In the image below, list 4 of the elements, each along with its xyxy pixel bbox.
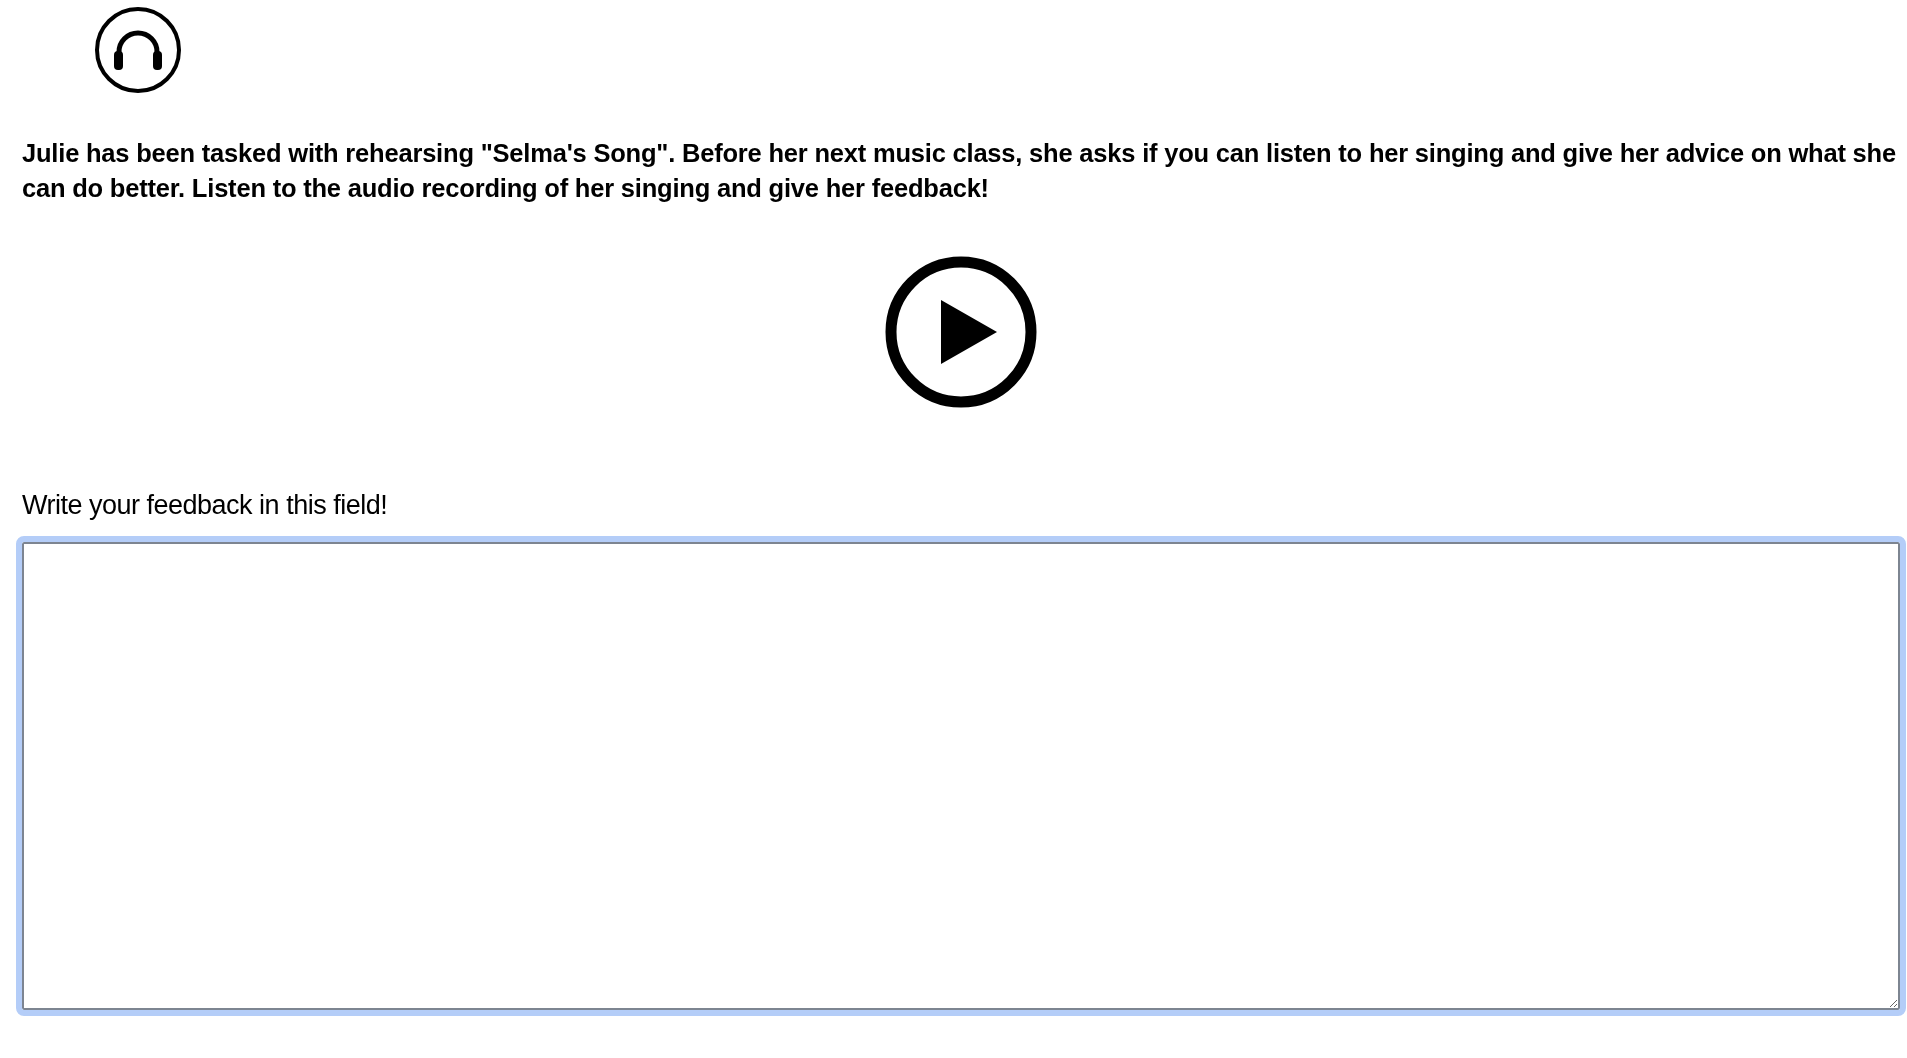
feedback-label: Write your feedback in this field! [22,489,388,522]
headphones-icon [94,6,182,94]
instructions-text: Julie has been tasked with rehearsing "Selma's Song". Before her next music class, she asks if you can listen to her singing and give her advice on what she can do better. Listen to the audio recording of her singing and give her feedback! [22,138,1897,204]
play-button[interactable] [885,256,1037,408]
